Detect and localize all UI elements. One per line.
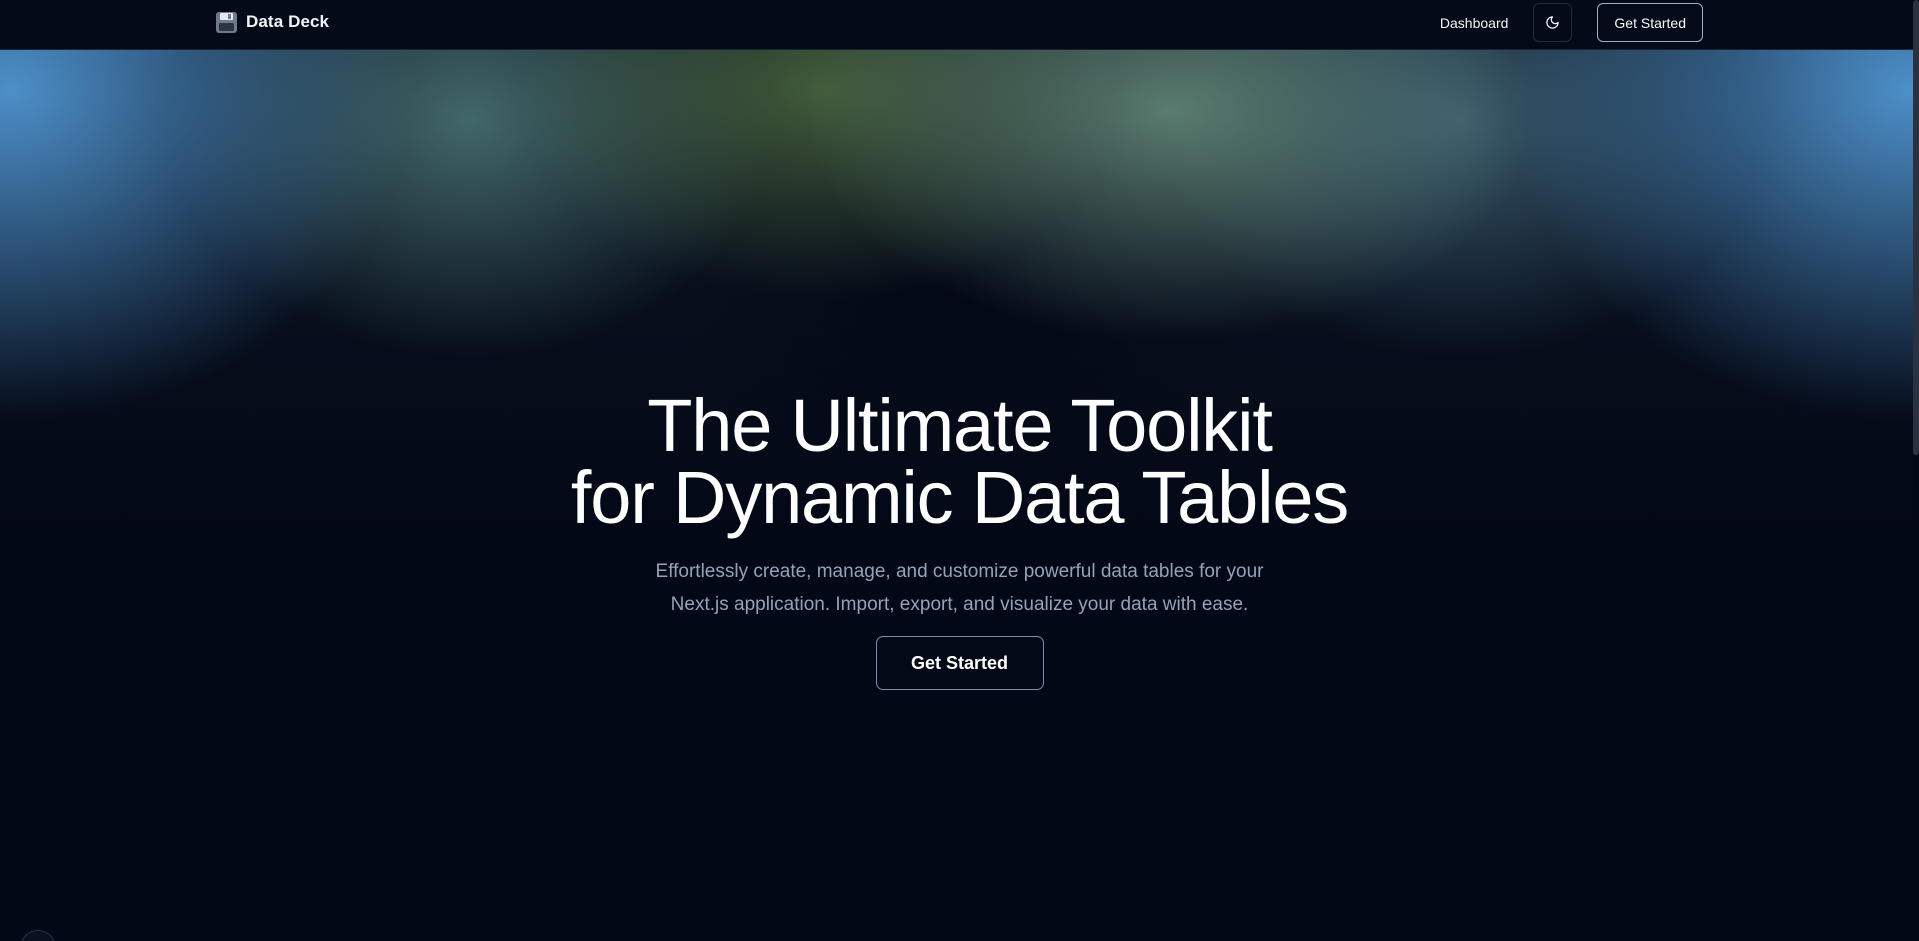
moon-icon bbox=[1546, 16, 1560, 29]
hero-subtitle: Effortlessly create, manage, and customi… bbox=[600, 555, 1320, 621]
hero-title-line-1: The Ultimate Toolkit bbox=[647, 384, 1273, 467]
brand-name: Data Deck bbox=[246, 12, 330, 31]
hero-section: The Ultimate Toolkit for Dynamic Data Ta… bbox=[0, 389, 1919, 690]
hero-subtitle-line-1: Effortlessly create, manage, and customi… bbox=[655, 561, 1264, 582]
scrollbar-thumb[interactable] bbox=[1913, 0, 1919, 455]
hero-subtitle-line-2: Next.js application. Import, export, and… bbox=[670, 594, 1249, 615]
brand-home-link[interactable]: Data Deck bbox=[216, 10, 329, 34]
nav-actions: Dashboard Get Started bbox=[1440, 3, 1703, 42]
hero-title-line-2: for Dynamic Data Tables bbox=[570, 456, 1349, 539]
landing-page: Data Deck Dashboard Get Started The Ulti… bbox=[0, 0, 1919, 941]
hero-get-started-button[interactable]: Get Started bbox=[875, 636, 1044, 690]
nav-get-started-button[interactable]: Get Started bbox=[1597, 3, 1703, 42]
theme-toggle-button[interactable] bbox=[1533, 3, 1573, 42]
hero-title: The Ultimate Toolkit for Dynamic Data Ta… bbox=[0, 389, 1919, 535]
navbar: Data Deck Dashboard Get Started bbox=[0, 0, 1919, 50]
page-scrollbar[interactable] bbox=[1913, 0, 1919, 941]
floppy-disk-icon bbox=[216, 11, 237, 33]
nav-link-dashboard[interactable]: Dashboard bbox=[1440, 15, 1509, 31]
